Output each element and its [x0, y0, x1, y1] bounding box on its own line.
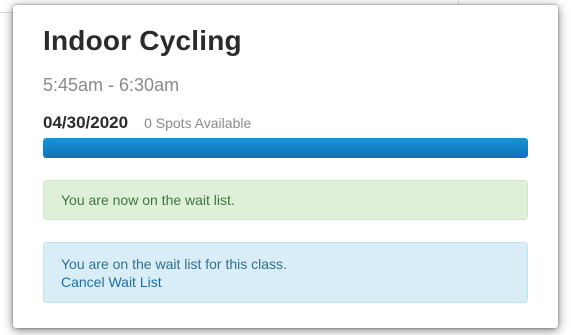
- capacity-progress-bar: [43, 138, 528, 158]
- date-row: 04/30/2020 0 Spots Available: [43, 113, 251, 133]
- class-detail-popup: Indoor Cycling 5:45am - 6:30am 04/30/202…: [13, 5, 558, 328]
- class-time-range: 5:45am - 6:30am: [43, 75, 180, 95]
- wait-list-info-alert: You are on the wait list for this class.…: [43, 242, 528, 303]
- cancel-wait-list-link[interactable]: Cancel Wait List: [61, 273, 510, 291]
- success-message: You are now on the wait list.: [61, 192, 235, 208]
- info-message: You are on the wait list for this class.: [61, 256, 287, 272]
- class-date: 04/30/2020: [43, 113, 129, 132]
- spots-available: 0 Spots Available: [144, 115, 252, 131]
- capacity-progress-fill: [43, 138, 528, 158]
- wait-list-success-alert: You are now on the wait list.: [43, 180, 528, 220]
- class-title: Indoor Cycling: [43, 25, 242, 56]
